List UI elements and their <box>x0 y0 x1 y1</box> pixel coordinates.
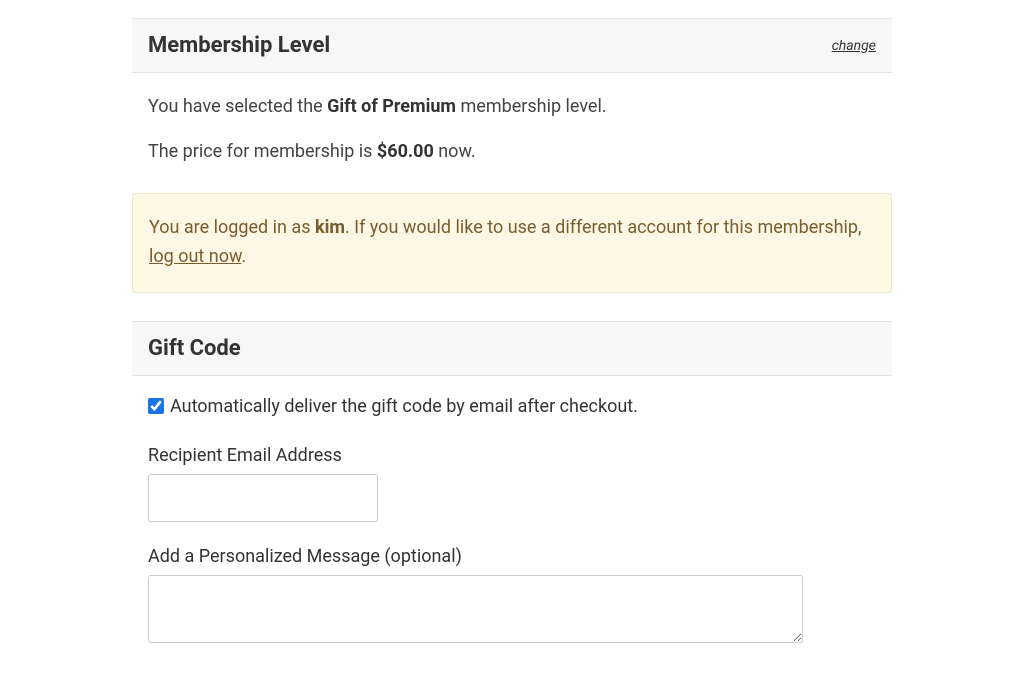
personalized-message-group: Add a Personalized Message (optional) <box>148 546 876 647</box>
recipient-email-label: Recipient Email Address <box>148 445 876 466</box>
gift-section-body: Automatically deliver the gift code by e… <box>132 376 892 691</box>
change-level-link[interactable]: change <box>832 38 876 54</box>
price-suffix: now. <box>434 141 476 162</box>
membership-section-body: You have selected the Gift of Premium me… <box>132 73 892 185</box>
recipient-email-input[interactable] <box>148 474 378 522</box>
checkout-form: Membership Level change You have selecte… <box>132 0 892 691</box>
personalized-message-label: Add a Personalized Message (optional) <box>148 546 876 567</box>
logout-link[interactable]: log out now <box>149 246 241 267</box>
notice-prefix: You are logged in as <box>149 217 315 238</box>
selected-level-name: Gift of Premium <box>327 96 456 117</box>
notice-username: kim <box>315 217 345 238</box>
notice-middle: . If you would like to use a different a… <box>345 217 862 238</box>
gift-section-header: Gift Code <box>132 321 892 376</box>
membership-section-header: Membership Level change <box>132 18 892 73</box>
auto-deliver-checkbox[interactable] <box>148 398 164 414</box>
auto-deliver-label: Automatically deliver the gift code by e… <box>170 396 638 417</box>
price-text: The price for membership is $60.00 now. <box>148 138 876 165</box>
price-value: $60.00 <box>377 141 434 162</box>
price-prefix: The price for membership is <box>148 141 377 162</box>
selected-prefix: You have selected the <box>148 96 327 117</box>
login-notice: You are logged in as kim. If you would l… <box>132 193 892 293</box>
recipient-email-group: Recipient Email Address <box>148 445 876 522</box>
auto-deliver-row: Automatically deliver the gift code by e… <box>148 396 876 417</box>
membership-title: Membership Level <box>148 33 330 58</box>
notice-suffix: . <box>241 246 246 267</box>
personalized-message-textarea[interactable] <box>148 575 803 643</box>
selected-suffix: membership level. <box>456 96 607 117</box>
gift-title: Gift Code <box>148 336 241 361</box>
selected-level-text: You have selected the Gift of Premium me… <box>148 93 876 120</box>
